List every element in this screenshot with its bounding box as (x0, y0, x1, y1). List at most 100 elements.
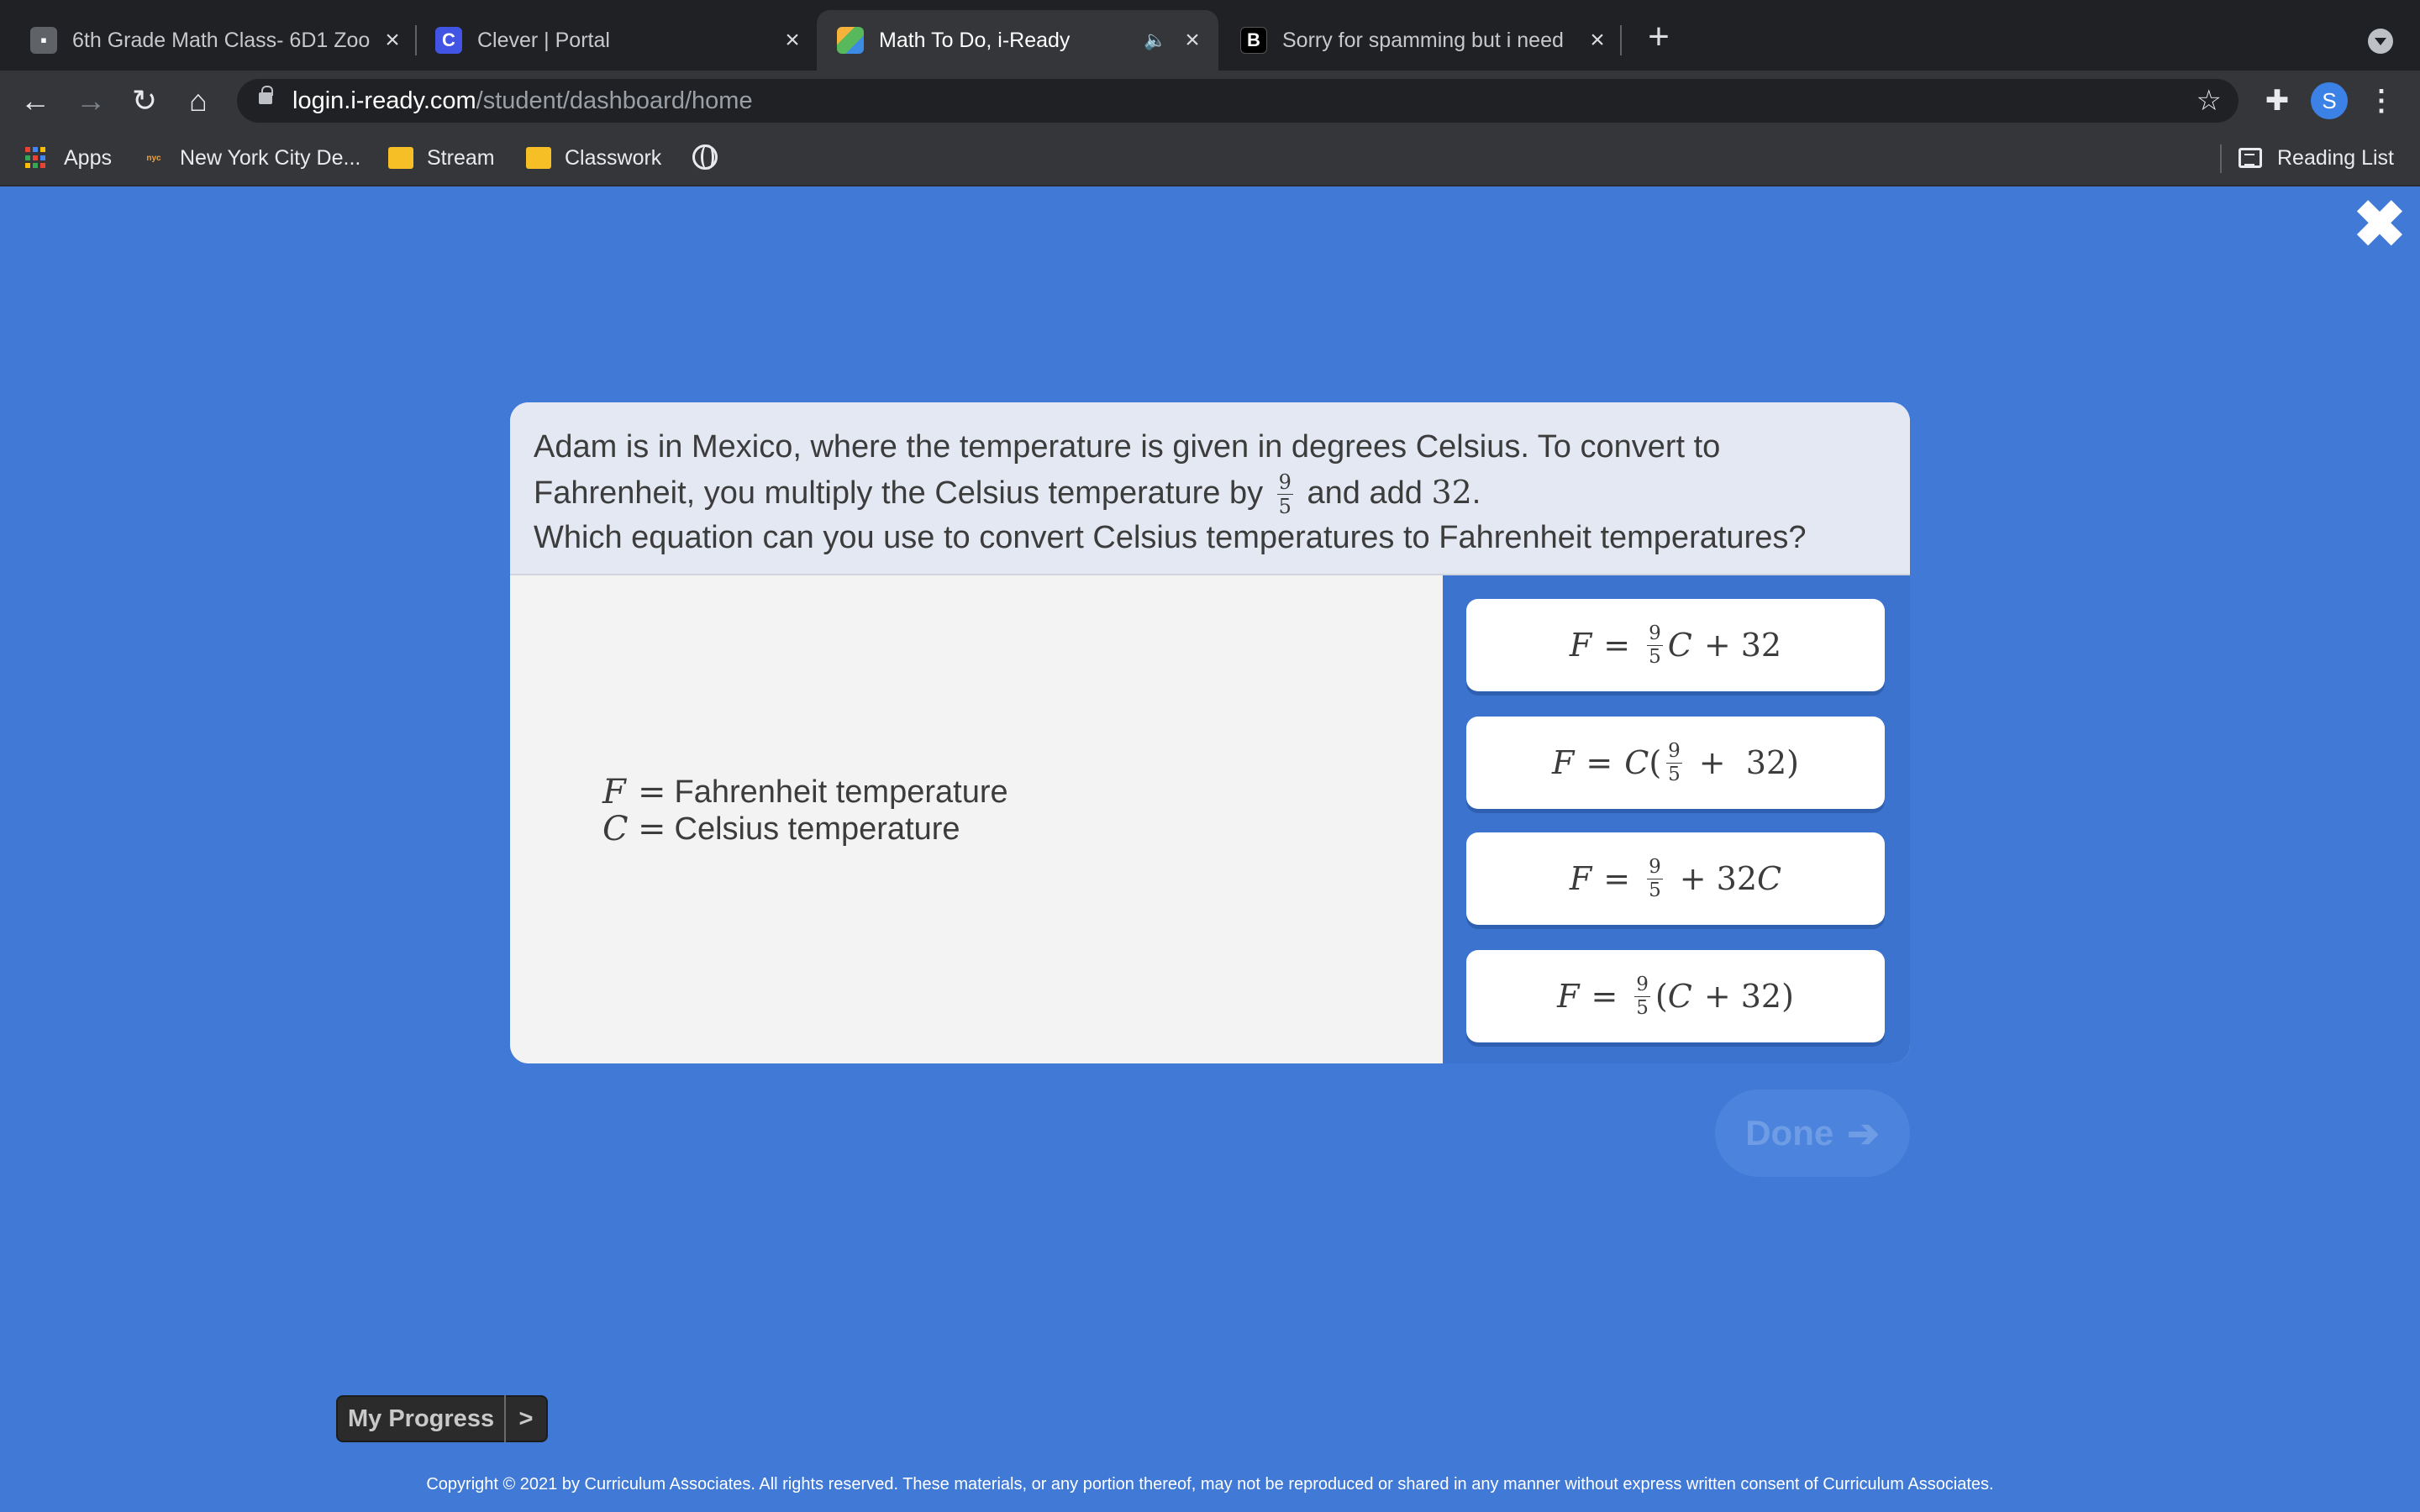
fraction-denominator: 5 (1649, 645, 1661, 668)
fraction-numerator: 9 (1276, 470, 1293, 496)
extensions-puzzle-icon[interactable]: ✚ (2259, 82, 2296, 119)
prompt-line-2: Fahrenheit, you multiply the Celsius tem… (534, 470, 1910, 519)
bookmark-apps[interactable]: Apps (25, 131, 112, 185)
fraction-numerator: 9 (1634, 973, 1650, 997)
prompt-text: and add (1307, 475, 1423, 511)
equals-sign: = (638, 810, 666, 848)
globe-icon[interactable] (692, 144, 718, 170)
profile-avatar[interactable]: S (2311, 82, 2348, 119)
close-tab-icon[interactable]: × (778, 26, 807, 55)
prompt-line-3: Which equation can you use to convert Ce… (534, 520, 1807, 555)
eq-equals: = (1603, 627, 1631, 664)
address-bar[interactable]: login.i-ready.com/student/dashboard/home… (237, 79, 2238, 123)
tab-separator (1620, 25, 1622, 55)
fraction-numerator: 9 (1666, 739, 1682, 764)
bookmark-divider (2220, 144, 2222, 173)
bookmark-classwork[interactable]: Classwork (526, 131, 661, 185)
new-tab-plus-icon[interactable]: + (1640, 18, 1677, 57)
close-tab-icon[interactable]: × (378, 26, 407, 55)
eq-equals: = (1591, 978, 1618, 1015)
clever-logo-icon: C (435, 27, 462, 54)
speaker-audio-icon[interactable]: 🔈 (1141, 26, 1170, 55)
eq-rest: + 32 (1703, 627, 1782, 664)
equation: F = 95 + 32 C (1569, 855, 1781, 901)
bookmark-nyc-doe[interactable]: nyc New York City De... (141, 131, 360, 185)
google-classroom-icon (526, 147, 551, 169)
tab-zoom-class[interactable]: ▪ 6th Grade Math Class- 6D1 Zoom × (30, 10, 407, 71)
chevron-right-icon: > (518, 1404, 534, 1432)
tab-title: Clever | Portal (477, 28, 610, 52)
done-button[interactable]: Done ➔ (1715, 1089, 1910, 1177)
eq-rest: + 32 (1679, 860, 1758, 897)
fraction: 95 (1666, 739, 1682, 785)
my-progress-button[interactable]: My Progress > (336, 1395, 548, 1442)
bookmark-stream[interactable]: Stream (388, 131, 495, 185)
lock-icon[interactable] (259, 86, 273, 104)
bookmark-label: New York City De... (180, 145, 361, 170)
question-prompt: Adam is in Mexico, where the temperature… (510, 402, 1910, 575)
home-icon[interactable]: ⌂ (178, 81, 218, 121)
forward-arrow-icon[interactable]: → (71, 81, 111, 121)
answer-choice-c[interactable]: F = 95 + 32 C (1466, 832, 1885, 925)
definitions-pane: F = Fahrenheit temperature C = Celsius t… (510, 575, 1443, 1063)
tab-brainly[interactable]: B Sorry for spamming but i need × (1240, 10, 1612, 71)
tab-title: Math To Do, i-Ready (879, 28, 1071, 52)
reload-icon[interactable]: ↻ (124, 81, 165, 121)
browser-toolbar: ← → ↻ ⌂ login.i-ready.com/student/dashbo… (0, 71, 2420, 131)
fraction-denominator: 5 (1668, 763, 1681, 785)
variable-meaning: Celsius temperature (674, 811, 960, 847)
my-progress-label: My Progress (348, 1404, 495, 1432)
variable-symbol: C (602, 810, 629, 848)
variable-definitions: F = Fahrenheit temperature C = Celsius t… (602, 774, 1008, 848)
bookmark-label: Apps (64, 145, 112, 170)
eq-equals: = (1603, 860, 1631, 897)
reading-list-icon (2238, 148, 2262, 168)
prompt-period: . (1471, 475, 1481, 511)
eq-equals: = (1586, 744, 1613, 781)
eq-open-paren: ( (1655, 978, 1668, 1015)
tab-search-chevron-icon[interactable] (2368, 29, 2393, 54)
equation: F = C( 95 + 32) (1552, 739, 1799, 785)
eq-lhs: F (1569, 860, 1592, 897)
tab-clever-portal[interactable]: C Clever | Portal × (435, 10, 807, 71)
answer-choices-pane: F = 95 C + 32 F = C( 95 + 32) F = 95 + 3… (1443, 575, 1910, 1063)
equals-sign: = (638, 773, 666, 811)
back-arrow-icon[interactable]: ← (15, 81, 55, 121)
definition-row: C = Celsius temperature (602, 811, 1008, 848)
answer-choice-a[interactable]: F = 95 C + 32 (1466, 599, 1885, 691)
eq-variable: C (1624, 744, 1649, 781)
url-path: /student/dashboard/home (476, 87, 753, 114)
tab-iready-active[interactable]: Math To Do, i-Ready 🔈 × (817, 10, 1218, 71)
fraction: 95 (1634, 973, 1650, 1018)
variable-symbol: F (602, 773, 626, 811)
tab-strip: ▪ 6th Grade Math Class- 6D1 Zoom × C Cle… (0, 0, 2420, 71)
arrow-right-icon: ➔ (1847, 1111, 1880, 1155)
eq-open-paren: ( (1649, 744, 1662, 781)
apps-grid-icon (25, 147, 50, 169)
tab-title: 6th Grade Math Class- 6D1 Zoom (72, 28, 370, 52)
answer-choice-d[interactable]: F = 95 (C + 32) (1466, 950, 1885, 1042)
fraction: 95 (1276, 470, 1293, 519)
reading-list-button[interactable]: Reading List (2238, 131, 2394, 185)
bookmark-label: Stream (427, 145, 495, 170)
copyright-notice: Copyright © 2021 by Curriculum Associate… (426, 1475, 1994, 1494)
close-lesson-icon[interactable]: ✖ (2353, 193, 2407, 257)
url-text[interactable]: login.i-ready.com/student/dashboard/home (292, 79, 753, 123)
tab-separator (415, 25, 417, 55)
bookmarks-bar: Apps nyc New York City De... Stream Clas… (0, 131, 2420, 186)
add-value: 32 (1431, 474, 1472, 511)
question-card: Adam is in Mexico, where the temperature… (510, 402, 1910, 1063)
bookmark-star-icon[interactable]: ☆ (2196, 79, 2222, 123)
answer-choice-b[interactable]: F = C( 95 + 32) (1466, 717, 1885, 809)
done-label: Done (1745, 1113, 1834, 1152)
fraction: 95 (1647, 855, 1663, 901)
eq-rest: + 32) (1698, 744, 1799, 781)
fraction-denominator: 5 (1649, 879, 1661, 901)
close-tab-icon[interactable]: × (1178, 26, 1207, 55)
prompt-text: Fahrenheit, you multiply the Celsius tem… (534, 475, 1264, 511)
close-tab-icon[interactable]: × (1583, 26, 1612, 55)
fraction-denominator: 5 (1278, 495, 1292, 519)
fraction-numerator: 9 (1647, 855, 1663, 879)
kebab-menu-icon[interactable]: ⋮ (2365, 81, 2398, 121)
eq-variable: C (1667, 627, 1692, 664)
